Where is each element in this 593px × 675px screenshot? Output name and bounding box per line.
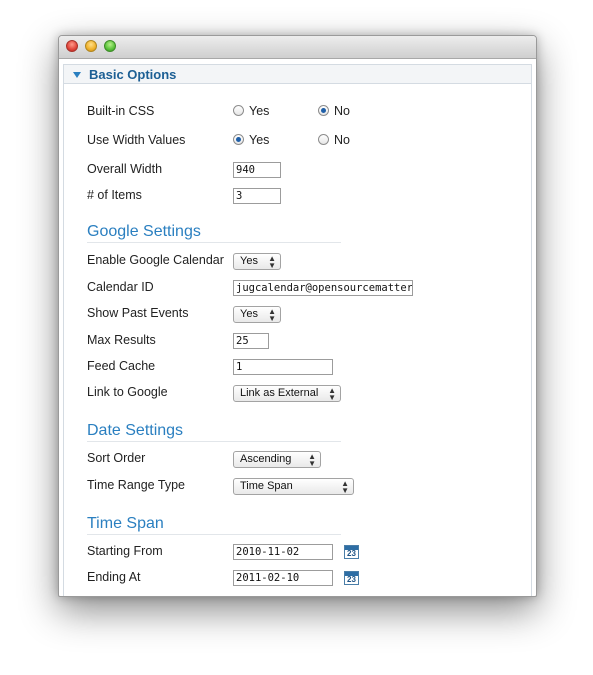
calendar-id-label: Calendar ID bbox=[87, 280, 154, 294]
builtin-css-yes-label[interactable]: Yes bbox=[249, 104, 269, 118]
link-google-value: Link as External bbox=[240, 387, 319, 399]
app-window: Basic Options Built-in CSS Yes No Use Wi… bbox=[58, 35, 537, 597]
use-width-yes-label[interactable]: Yes bbox=[249, 133, 269, 147]
panel-title: Basic Options bbox=[89, 67, 177, 82]
google-settings-heading: Google Settings bbox=[87, 223, 341, 243]
past-events-label: Show Past Events bbox=[87, 306, 189, 320]
time-range-select[interactable]: Time Span ▲ ▼ bbox=[233, 478, 354, 495]
use-width-yes-radio[interactable] bbox=[233, 134, 244, 145]
enable-google-select[interactable]: Yes ▲ ▼ bbox=[233, 253, 281, 270]
builtin-css-no-radio[interactable] bbox=[318, 105, 329, 116]
overall-width-input[interactable]: 940 bbox=[233, 162, 281, 178]
sort-order-value: Ascending bbox=[240, 453, 292, 465]
ending-at-label: Ending At bbox=[87, 570, 141, 584]
overall-width-label: Overall Width bbox=[87, 162, 163, 176]
time-range-value: Time Span bbox=[240, 480, 293, 492]
select-arrows-icon: ▲ ▼ bbox=[328, 386, 336, 402]
date-settings-heading: Date Settings bbox=[87, 422, 341, 442]
select-arrows-icon: ▲ ▼ bbox=[268, 307, 276, 323]
link-google-label: Link to Google bbox=[87, 385, 168, 399]
link-google-select[interactable]: Link as External ▲ ▼ bbox=[233, 385, 341, 402]
sort-order-select[interactable]: Ascending ▲ ▼ bbox=[233, 451, 321, 468]
collapse-arrow-icon bbox=[73, 72, 81, 78]
feed-cache-label: Feed Cache bbox=[87, 359, 156, 373]
builtin-css-no-label[interactable]: No bbox=[334, 104, 350, 118]
zoom-window-button[interactable] bbox=[104, 40, 116, 52]
enable-google-value: Yes bbox=[240, 255, 258, 267]
starting-from-input[interactable]: 2010-11-02 bbox=[233, 544, 333, 560]
num-items-label: # of Items bbox=[87, 188, 142, 202]
ending-at-calendar-icon[interactable]: 23 bbox=[344, 571, 359, 585]
use-width-label: Use Width Values bbox=[87, 133, 186, 147]
select-arrows-icon: ▲ ▼ bbox=[308, 452, 316, 468]
use-width-no-radio[interactable] bbox=[318, 134, 329, 145]
sort-order-label: Sort Order bbox=[87, 451, 146, 465]
time-range-label: Time Range Type bbox=[87, 478, 185, 492]
calendar-id-input[interactable]: jugcalendar@opensourcematters.org bbox=[233, 280, 413, 296]
max-results-input[interactable]: 25 bbox=[233, 333, 269, 349]
select-arrows-icon: ▲ ▼ bbox=[341, 479, 349, 495]
select-arrows-icon: ▲ ▼ bbox=[268, 254, 276, 270]
ending-at-input[interactable]: 2011-02-10 bbox=[233, 570, 333, 586]
calendar-day: 23 bbox=[347, 549, 356, 558]
max-results-label: Max Results bbox=[87, 333, 156, 347]
title-bar bbox=[59, 36, 536, 59]
feed-cache-input[interactable]: 1 bbox=[233, 359, 333, 375]
past-events-value: Yes bbox=[240, 308, 258, 320]
close-window-button[interactable] bbox=[66, 40, 78, 52]
starting-from-calendar-icon[interactable]: 23 bbox=[344, 545, 359, 559]
calendar-day: 23 bbox=[347, 575, 356, 584]
time-span-heading: Time Span bbox=[87, 515, 341, 535]
past-events-select[interactable]: Yes ▲ ▼ bbox=[233, 306, 281, 323]
panel-body: Built-in CSS Yes No Use Width Values Yes… bbox=[63, 83, 532, 596]
builtin-css-label: Built-in CSS bbox=[87, 104, 155, 118]
starting-from-label: Starting From bbox=[87, 544, 163, 558]
minimize-window-button[interactable] bbox=[85, 40, 97, 52]
basic-options-header[interactable]: Basic Options bbox=[63, 64, 532, 84]
enable-google-label: Enable Google Calendar bbox=[87, 253, 224, 267]
builtin-css-yes-radio[interactable] bbox=[233, 105, 244, 116]
num-items-input[interactable]: 3 bbox=[233, 188, 281, 204]
use-width-no-label[interactable]: No bbox=[334, 133, 350, 147]
